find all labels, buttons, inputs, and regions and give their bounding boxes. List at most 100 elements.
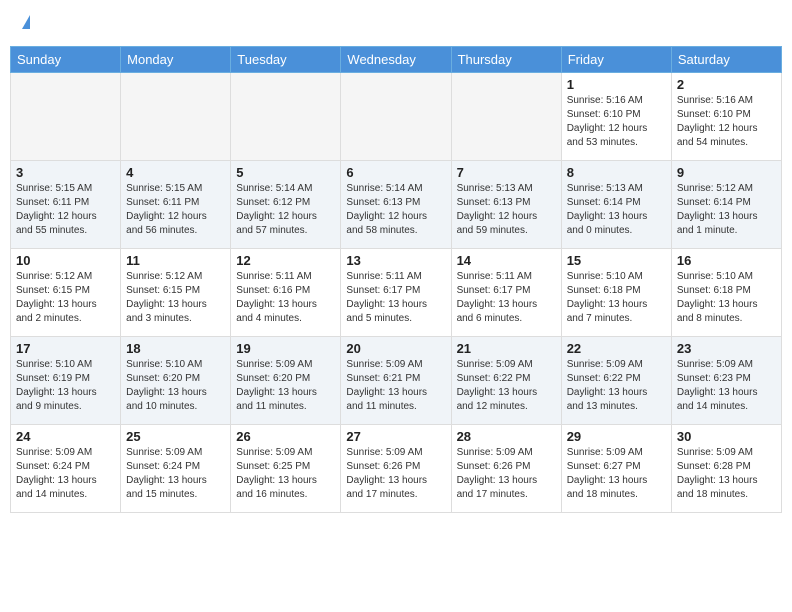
calendar-cell: 4 Sunrise: 5:15 AMSunset: 6:11 PMDaylight… [121, 161, 231, 249]
calendar-cell: 15 Sunrise: 5:10 AMSunset: 6:18 PMDayligh… [561, 249, 671, 337]
calendar-week-row: 17Sunrise: 5:10 AMSunset: 6:19 PMDayligh… [11, 337, 782, 425]
day-number: 15 [567, 253, 666, 268]
daylight-label: Daylight: 13 hours and 2 minutes. [16, 299, 97, 324]
day-number: 2 [677, 77, 776, 92]
sunset-label: Sunset: 6:14 PM [677, 197, 751, 208]
sunset-label: Sunset: 6:13 PM [457, 197, 531, 208]
day-number: 6 [346, 165, 445, 180]
sunset-label: Sunset: 6:15 PM [126, 285, 200, 296]
sunrise-label: Sunrise: 5:13 AM [457, 183, 533, 194]
calendar-cell: 1Sunrise: 5:16 AMSunset: 6:10 PMDaylight… [561, 73, 671, 161]
calendar-cell: 12Sunrise: 5:11 AMSunset: 6:16 PMDayligh… [231, 249, 341, 337]
sunrise-label: Sunrise: 5:11 AM [457, 271, 532, 282]
sunrise-label: Sunrise: 5:09 AM [236, 359, 312, 370]
daylight-label: Daylight: 13 hours and 1 minute. [677, 211, 758, 236]
day-number: 3 [16, 165, 115, 180]
calendar-cell: 29 Sunrise: 5:09 AMSunset: 6:27 PMDayligh… [561, 425, 671, 513]
day-info: Sunrise: 5:09 AMSunset: 6:26 PMDaylight:… [457, 446, 556, 502]
daylight-label: Daylight: 13 hours and 7 minutes. [567, 299, 648, 324]
sunset-label: Sunset: 6:18 PM [677, 285, 751, 296]
day-info: Sunrise: 5:10 AMSunset: 6:18 PMDaylight:… [677, 270, 776, 326]
calendar-cell: 7Sunrise: 5:13 AMSunset: 6:13 PMDaylight… [451, 161, 561, 249]
sunrise-label: Sunrise: 5:10 AM [567, 271, 643, 282]
day-number: 27 [346, 429, 445, 444]
daylight-label: Daylight: 13 hours and 13 minutes. [567, 387, 648, 412]
sunrise-label: Sunrise: 5:14 AM [236, 183, 312, 194]
calendar-cell: 5Sunrise: 5:14 AMSunset: 6:12 PMDaylight… [231, 161, 341, 249]
sunrise-label: Sunrise: 5:09 AM [677, 359, 753, 370]
sunrise-label: Sunrise: 5:09 AM [567, 359, 643, 370]
day-number: 8 [567, 165, 666, 180]
day-info: Sunrise: 5:12 AMSunset: 6:14 PMDaylight:… [677, 182, 776, 238]
sunset-label: Sunset: 6:20 PM [236, 373, 310, 384]
day-info: Sunrise: 5:16 AMSunset: 6:10 PMDaylight:… [677, 94, 776, 150]
day-info: Sunrise: 5:13 AMSunset: 6:13 PMDaylight:… [457, 182, 556, 238]
sunrise-label: Sunrise: 5:09 AM [126, 447, 202, 458]
daylight-label: Daylight: 13 hours and 3 minutes. [126, 299, 207, 324]
calendar-table: SundayMondayTuesdayWednesdayThursdayFrid… [10, 46, 782, 513]
sunset-label: Sunset: 6:20 PM [126, 373, 200, 384]
calendar-cell [341, 73, 451, 161]
day-info: Sunrise: 5:09 AMSunset: 6:28 PMDaylight:… [677, 446, 776, 502]
day-header-friday: Friday [561, 47, 671, 73]
sunset-label: Sunset: 6:16 PM [236, 285, 310, 296]
day-number: 29 [567, 429, 666, 444]
day-number: 30 [677, 429, 776, 444]
day-header-thursday: Thursday [451, 47, 561, 73]
day-info: Sunrise: 5:15 AMSunset: 6:11 PMDaylight:… [16, 182, 115, 238]
day-info: Sunrise: 5:10 AMSunset: 6:18 PMDaylight:… [567, 270, 666, 326]
sunrise-label: Sunrise: 5:10 AM [677, 271, 753, 282]
day-info: Sunrise: 5:15 AMSunset: 6:11 PMDaylight:… [126, 182, 225, 238]
calendar-cell: 17Sunrise: 5:10 AMSunset: 6:19 PMDayligh… [11, 337, 121, 425]
calendar-cell: 13Sunrise: 5:11 AMSunset: 6:17 PMDayligh… [341, 249, 451, 337]
day-number: 4 [126, 165, 225, 180]
daylight-label: Daylight: 13 hours and 11 minutes. [236, 387, 317, 412]
daylight-label: Daylight: 13 hours and 18 minutes. [677, 475, 758, 500]
daylight-label: Daylight: 13 hours and 11 minutes. [346, 387, 427, 412]
day-info: Sunrise: 5:09 AMSunset: 6:22 PMDaylight:… [567, 358, 666, 414]
day-number: 20 [346, 341, 445, 356]
sunrise-label: Sunrise: 5:16 AM [677, 95, 753, 106]
calendar-cell: 20Sunrise: 5:09 AMSunset: 6:21 PMDayligh… [341, 337, 451, 425]
day-header-wednesday: Wednesday [341, 47, 451, 73]
sunset-label: Sunset: 6:26 PM [346, 461, 420, 472]
calendar-cell [231, 73, 341, 161]
daylight-label: Daylight: 13 hours and 16 minutes. [236, 475, 317, 500]
calendar-cell: 23Sunrise: 5:09 AMSunset: 6:23 PMDayligh… [671, 337, 781, 425]
day-info: Sunrise: 5:11 AMSunset: 6:17 PMDaylight:… [457, 270, 556, 326]
day-info: Sunrise: 5:09 AMSunset: 6:26 PMDaylight:… [346, 446, 445, 502]
calendar-cell: 2 Sunrise: 5:16 AMSunset: 6:10 PMDaylight… [671, 73, 781, 161]
calendar-week-row: 3 Sunrise: 5:15 AMSunset: 6:11 PMDaylight… [11, 161, 782, 249]
day-info: Sunrise: 5:14 AMSunset: 6:13 PMDaylight:… [346, 182, 445, 238]
calendar-header-row: SundayMondayTuesdayWednesdayThursdayFrid… [11, 47, 782, 73]
sunset-label: Sunset: 6:23 PM [677, 373, 751, 384]
sunrise-label: Sunrise: 5:13 AM [567, 183, 643, 194]
daylight-label: Daylight: 12 hours and 53 minutes. [567, 123, 648, 148]
sunset-label: Sunset: 6:26 PM [457, 461, 531, 472]
daylight-label: Daylight: 13 hours and 17 minutes. [457, 475, 538, 500]
day-info: Sunrise: 5:09 AM Sunset: 6:20 PM Daylight:… [236, 358, 335, 414]
logo-triangle-icon [22, 15, 30, 29]
day-info: Sunrise: 5:13 AM Sunset: 6:14 PM Daylight:… [567, 182, 666, 238]
sunset-label: Sunset: 6:14 PM [567, 197, 641, 208]
day-info: Sunrise: 5:11 AMSunset: 6:16 PMDaylight:… [236, 270, 335, 326]
sunset-label: Sunset: 6:27 PM [567, 461, 641, 472]
daylight-label: Daylight: 12 hours and 55 minutes. [16, 211, 97, 236]
calendar-cell: 21Sunrise: 5:09 AMSunset: 6:22 PMDayligh… [451, 337, 561, 425]
day-info: Sunrise: 5:09 AMSunset: 6:22 PMDaylight:… [457, 358, 556, 414]
day-info: Sunrise: 5:09 AMSunset: 6:27 PMDaylight:… [567, 446, 666, 502]
day-info: Sunrise: 5:14 AMSunset: 6:12 PMDaylight:… [236, 182, 335, 238]
daylight-label: Daylight: 13 hours and 0 minutes. [567, 211, 648, 236]
day-header-tuesday: Tuesday [231, 47, 341, 73]
sunrise-label: Sunrise: 5:14 AM [346, 183, 422, 194]
logo [20, 15, 30, 31]
calendar-cell [121, 73, 231, 161]
daylight-label: Daylight: 13 hours and 9 minutes. [16, 387, 97, 412]
day-number: 19 [236, 341, 335, 356]
day-number: 1 [567, 77, 666, 92]
sunset-label: Sunset: 6:15 PM [16, 285, 90, 296]
calendar-cell: 27 Sunrise: 5:09 AMSunset: 6:26 PMDayligh… [341, 425, 451, 513]
day-number: 10 [16, 253, 115, 268]
calendar-cell [451, 73, 561, 161]
daylight-label: Daylight: 13 hours and 18 minutes. [567, 475, 648, 500]
